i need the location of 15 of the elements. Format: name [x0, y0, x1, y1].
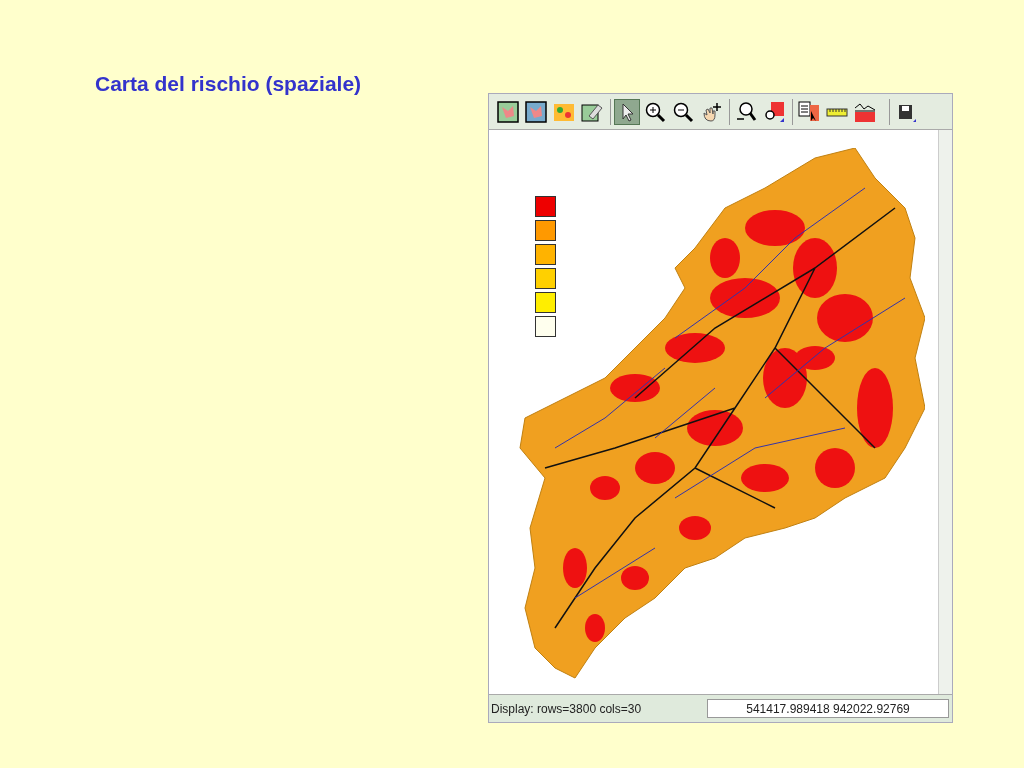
map-icon — [525, 100, 547, 123]
hand-icon — [700, 100, 722, 123]
map-icon — [497, 100, 519, 123]
zoom-in-icon — [644, 100, 666, 123]
magnifier-icon — [735, 100, 757, 123]
coordinates-field: 541417.989418 942022.92769 — [707, 699, 949, 718]
zoom-out-icon — [672, 100, 694, 123]
display-info: Display: rows=3800 cols=30 — [491, 700, 643, 718]
query-icon — [798, 100, 820, 123]
slide-title: Carta del rischio (spaziale) — [95, 71, 363, 97]
tool-button[interactable] — [523, 98, 549, 125]
tool-button[interactable] — [614, 98, 640, 125]
tool-button[interactable] — [495, 98, 521, 125]
scrollbar[interactable] — [938, 130, 952, 694]
zoom-map-icon — [763, 100, 785, 123]
